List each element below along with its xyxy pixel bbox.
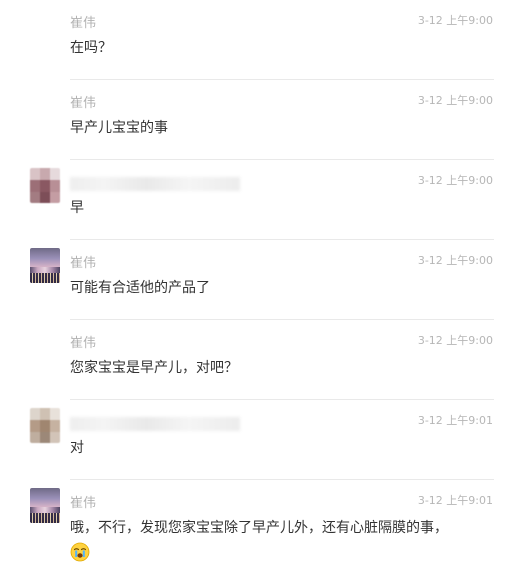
message-time: 3-12 上午9:00 xyxy=(417,174,493,187)
message-text: 您家宝宝是早产儿，对吧？ xyxy=(70,360,238,376)
divider xyxy=(70,479,494,480)
message-time: 3-12 上午9:00 xyxy=(417,254,493,267)
message-text: 哦，不行，发现您家宝宝除了早产儿外，还有心脏隔膜的事， xyxy=(70,520,448,536)
divider xyxy=(70,239,494,240)
divider xyxy=(70,159,494,160)
chat-history: 崔伟 3-12 上午9:00 在吗？ 崔伟 3-12 上午9:00 早产儿宝宝的… xyxy=(0,0,525,581)
message-text: 对 xyxy=(70,440,84,456)
divider xyxy=(70,319,494,320)
message-time: 3-12 上午9:00 xyxy=(417,94,493,107)
avatar[interactable] xyxy=(30,168,60,203)
avatar[interactable] xyxy=(30,488,60,523)
crying-emoji-icon xyxy=(70,542,90,562)
sender-name[interactable]: 崔伟 xyxy=(70,336,96,352)
message-text: 早产儿宝宝的事 xyxy=(70,120,168,136)
message-time: 3-12 上午9:00 xyxy=(417,14,493,27)
sender-name[interactable]: 崔伟 xyxy=(70,256,96,272)
message-text: 在吗？ xyxy=(70,40,112,56)
sender-name[interactable]: 崔伟 xyxy=(70,96,96,112)
avatar[interactable] xyxy=(30,408,60,443)
sender-name-blurred xyxy=(70,417,240,431)
sender-name-blurred xyxy=(70,177,240,191)
message-time: 3-12 上午9:01 xyxy=(417,494,493,507)
message-text: 可能有合适他的产品了 xyxy=(70,280,210,296)
message-text: 早 xyxy=(70,200,84,216)
divider xyxy=(70,399,494,400)
divider xyxy=(70,79,494,80)
message-time: 3-12 上午9:00 xyxy=(417,334,493,347)
message-time: 3-12 上午9:01 xyxy=(417,414,493,427)
sender-name[interactable]: 崔伟 xyxy=(70,496,96,512)
sender-name[interactable]: 崔伟 xyxy=(70,16,96,32)
avatar[interactable] xyxy=(30,248,60,283)
